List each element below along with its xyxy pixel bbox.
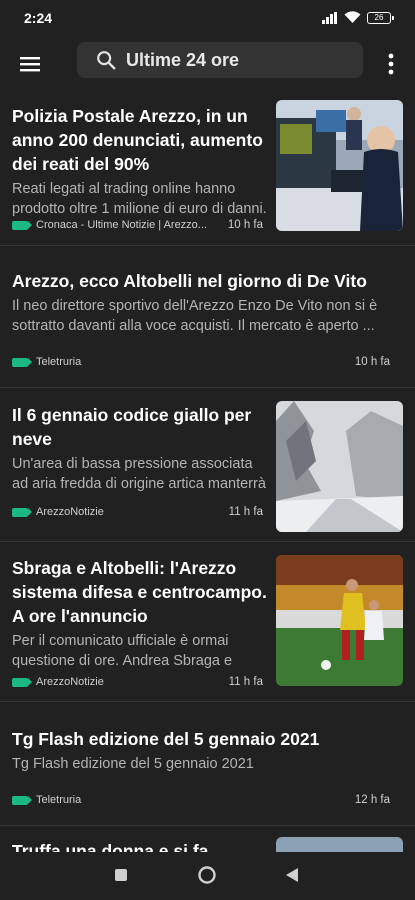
article-source: Cronaca - Ultime Notizie | Arezzo... [36,219,207,231]
article-meta: Cronaca - Ultime Notizie | Arezzo... 10 … [12,219,263,231]
tag-icon [12,357,32,367]
snowy-road-photo [276,401,403,532]
tag-icon [12,795,32,805]
news-card[interactable]: Il 6 gennaio codice giallo per neve Un'a… [0,388,415,542]
search-bar[interactable]: Ultime 24 ore [77,42,363,78]
news-card[interactable]: Sbraga e Altobelli: l'Arezzo sistema dif… [0,542,415,702]
article-title: Tg Flash edizione del 5 gennaio 2021 [12,729,320,749]
menu-icon[interactable] [18,52,42,76]
tag-icon [12,677,32,687]
search-label: Ultime 24 ore [126,49,240,70]
article-source: Teletruria [36,794,82,806]
article-age: 10 h fa [227,219,263,231]
app-bar: Ultime 24 ore [0,36,415,92]
back-icon[interactable] [285,867,299,883]
news-card[interactable]: Tg Flash edizione del 5 gennaio 2021 Tg … [0,702,415,826]
article-age: 11 h fa [228,676,263,688]
article-meta: Teletruria 12 h fa [12,794,390,806]
system-nav-bar [0,852,415,900]
police-office-photo [276,100,403,231]
search-icon [97,51,116,70]
status-bar: 2:24 26 [0,0,415,36]
article-title: Arezzo, ecco Altobelli nel giorno di De … [12,271,367,291]
article-source: ArezzoNotizie [36,676,104,688]
news-feed: Polizia Postale Arezzo, in un anno 200 d… [0,92,415,886]
article-age: 11 h fa [228,506,263,518]
article-thumbnail[interactable] [276,100,403,231]
signal-icon [322,11,337,24]
article-text: Il 6 gennaio codice giallo per neve Un'a… [12,403,267,494]
wifi-icon [344,11,361,23]
status-icons: 26 [322,11,394,24]
article-text: Sbraga e Altobelli: l'Arezzo sistema dif… [12,556,267,671]
article-snippet: Tg Flash edizione del 5 gennaio 2021 [12,756,254,772]
tag-icon [12,507,32,517]
status-time: 2:24 [24,10,53,26]
article-snippet: Per il comunicato ufficiale è ormai ques… [12,633,233,669]
football-match-photo [276,555,403,686]
article-source: Teletruria [36,356,82,368]
article-title: Polizia Postale Arezzo, in un anno 200 d… [12,106,263,174]
article-age: 12 h fa [354,794,390,806]
article-meta: ArezzoNotizie 11 h fa [12,676,263,688]
article-meta: Teletruria 10 h fa [12,356,390,368]
article-source: ArezzoNotizie [36,506,104,518]
tag-icon [12,220,32,230]
article-title: Il 6 gennaio codice giallo per neve [12,405,252,449]
news-card[interactable]: Arezzo, ecco Altobelli nel giorno di De … [0,246,415,388]
article-snippet: Un'area di bassa pressione associata ad … [12,456,266,492]
article-age: 10 h fa [354,356,390,368]
article-snippet: Il neo direttore sportivo dell'Arezzo En… [12,298,378,334]
article-thumbnail[interactable] [276,555,403,686]
article-snippet: Reati legati al trading online hanno pro… [12,181,267,217]
article-thumbnail[interactable] [276,401,403,532]
more-options-icon[interactable] [384,51,398,77]
home-icon[interactable] [197,865,217,885]
article-text: Polizia Postale Arezzo, in un anno 200 d… [12,104,267,219]
news-card[interactable]: Polizia Postale Arezzo, in un anno 200 d… [0,92,415,246]
recents-icon[interactable] [114,868,128,882]
article-meta: ArezzoNotizie 11 h fa [12,506,263,518]
battery-icon: 26 [367,11,394,24]
article-title: Sbraga e Altobelli: l'Arezzo sistema dif… [12,558,267,626]
